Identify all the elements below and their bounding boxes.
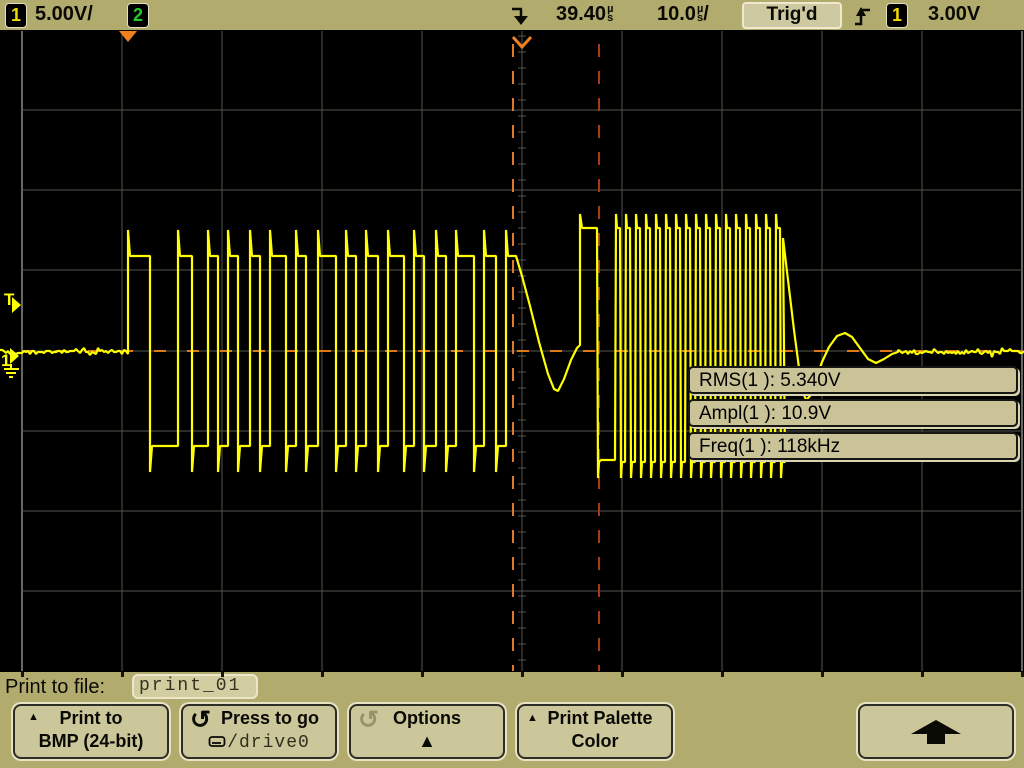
trigger-source-badge: 1 [886,3,908,28]
status-bar: 1 5.00V/ 2 39.40µs 10.0µs/ Trig'd 1 3.00… [0,0,1024,30]
channel1-badge[interactable]: 1 [5,3,27,28]
filename-input[interactable]: print_01 [132,674,258,699]
grid-stub [621,672,624,677]
grid-stub [421,672,424,677]
measurement-frequency: Freq(1 ): 118kHz [688,432,1018,460]
channel2-badge[interactable]: 2 [127,3,149,28]
print-to-file-label: Print to file: [5,676,105,699]
softkey-back[interactable] [858,704,1014,759]
trigger-status-badge: Trig'd [742,2,842,29]
trigger-level-readout: 3.00V [928,3,980,26]
grid-stub [721,672,724,677]
delay-readout: 39.40µs [556,3,613,26]
scope-graticule-svg: T1 [0,30,1024,672]
trigger-time-arrow-icon [508,4,534,28]
up-triangle-icon: ▲ [527,712,538,724]
softkey-panel: Print to file: print_01 ▲ Print to BMP (… [0,672,1024,768]
softkey-print-palette[interactable]: ▲ Print Palette Color [517,704,673,759]
grid-stub [921,672,924,677]
grid-stub [121,672,124,677]
up-triangle-icon: ▲ [28,711,39,723]
disk-drive-icon [208,735,227,748]
measurement-amplitude: Ampl(1 ): 10.9V [688,399,1018,427]
softkey-label: Print Palette [519,706,671,730]
oscilloscope-screen: 1 5.00V/ 2 39.40µs 10.0µs/ Trig'd 1 3.00… [0,0,1024,768]
softkey-options[interactable]: ↺ Options ▲ [349,704,505,759]
softkey-label: BMP (24-bit) [15,730,167,752]
trigger-level-marker [12,297,21,313]
grid-stub [521,672,524,677]
softkey-press-to-go[interactable]: ↺ Press to go /drive0 [181,704,337,759]
timebase-readout: 10.0µs/ [657,3,709,26]
measurement-rms: RMS(1 ): 5.340V [688,366,1018,394]
grid-stub [21,672,24,677]
rising-edge-icon [852,3,874,28]
rotate-knob-icon: ↺ [190,705,211,735]
grid-stub [821,672,824,677]
grid-stub [321,672,324,677]
grid-stub [221,672,224,677]
rotate-knob-disabled-icon: ↺ [358,705,379,735]
drive-path-label: /drive0 [227,733,310,753]
back-up-arrow-icon [901,719,971,745]
softkey-print-to-bmp[interactable]: ▲ Print to BMP (24-bit) [13,704,169,759]
channel1-scale: 5.00V/ [35,3,93,26]
softkey-label: Color [519,730,671,752]
